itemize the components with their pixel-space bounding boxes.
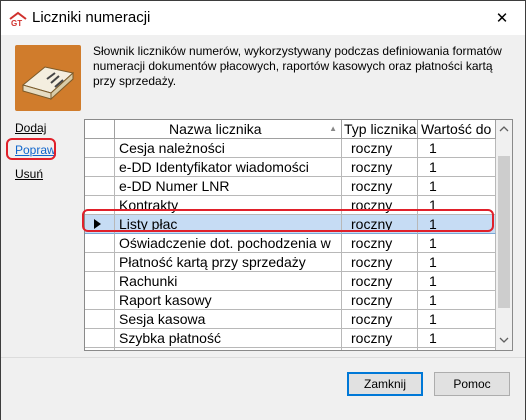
edit-link-highlight [6, 138, 56, 160]
cell-type: roczny [342, 329, 418, 348]
row-indicator-cell [85, 158, 115, 177]
cell-type: roczny [342, 348, 418, 350]
row-indicator-cell [85, 234, 115, 253]
cell-type: roczny [342, 253, 418, 272]
row-indicator-cell [85, 139, 115, 158]
dialog-window: GT Liczniki numeracji ✕ Słownik licznikó… [0, 0, 526, 420]
table-row[interactable]: Oświadczenie dot. pochodzenia w roczny 1 [85, 234, 496, 253]
add-link[interactable]: Dodaj [15, 121, 46, 135]
cell-type: roczny [342, 158, 418, 177]
cell-value: 1 [418, 329, 496, 348]
cell-type: roczny [342, 291, 418, 310]
cell-name: Oświadczenie dot. pochodzenia w [115, 234, 342, 253]
cell-name: e-DD Numer LNR [115, 177, 342, 196]
row-indicator-cell [85, 329, 115, 348]
column-header-type[interactable]: Typ licznika [342, 120, 418, 138]
delete-link[interactable]: Usuń [15, 167, 43, 181]
row-indicator-cell [85, 310, 115, 329]
table-row[interactable]: Szybka płatność roczny 1 [85, 329, 496, 348]
cell-type: roczny [342, 139, 418, 158]
cell-value: 1 [418, 310, 496, 329]
cell-name: Rachunki [115, 272, 342, 291]
title-bar[interactable]: GT Liczniki numeracji ✕ [1, 1, 525, 35]
table-row[interactable]: roczny1 [85, 348, 496, 350]
scroll-up-icon[interactable] [499, 125, 509, 133]
close-icon: ✕ [495, 10, 509, 27]
counter-book-icon [15, 45, 81, 111]
scrollbar-thumb[interactable] [498, 156, 510, 308]
scroll-down-icon[interactable] [499, 336, 509, 344]
column-header-type-label: Typ licznika [344, 121, 417, 137]
svg-text:GT: GT [11, 19, 22, 27]
header-indicator-cell [85, 120, 115, 138]
app-logo-icon: GT [9, 11, 27, 32]
cell-name: Płatność kartą przy sprzedaży [115, 253, 342, 272]
cell-name: Raport kasowy [115, 291, 342, 310]
cell-value: 1 [418, 177, 496, 196]
table-header: Nazwa licznika ▲ Typ licznika Wartość do [85, 120, 512, 139]
row-indicator-cell [85, 272, 115, 291]
cell-name: e-DD Identyfikator wiadomości [115, 158, 342, 177]
table-row[interactable]: Rachunki roczny 1 [85, 272, 496, 291]
column-header-name-label: Nazwa licznika [169, 121, 262, 137]
cell-type: roczny [342, 272, 418, 291]
row-indicator-cell [85, 177, 115, 196]
sort-icon: ▲ [329, 124, 337, 133]
close-window-button[interactable]: ✕ [479, 1, 525, 35]
cell-name: Szybka płatność [115, 329, 342, 348]
cell-type: roczny [342, 310, 418, 329]
description-text: Słownik liczników numerów, wykorzystywan… [93, 44, 502, 88]
cell-value: 1 [418, 272, 496, 291]
column-header-value[interactable]: Wartość do [418, 120, 496, 138]
cell-type: roczny [342, 177, 418, 196]
table-row[interactable]: Raport kasowy roczny 1 [85, 291, 496, 310]
row-indicator-cell [85, 291, 115, 310]
cell-name: Cesja należności [115, 139, 342, 158]
cell-name [115, 348, 342, 350]
cell-value: 1 [418, 234, 496, 253]
dialog-footer: Zamknij Pomoc [1, 357, 525, 420]
cell-name: Sesja kasowa [115, 310, 342, 329]
row-indicator-cell [85, 253, 115, 272]
cell-value: 1 [418, 348, 496, 350]
cell-type: roczny [342, 234, 418, 253]
close-button[interactable]: Zamknij [347, 372, 423, 396]
window-title: Liczniki numeracji [32, 9, 151, 26]
table-row[interactable]: e-DD Identyfikator wiadomości roczny 1 [85, 158, 496, 177]
row-indicator-cell [85, 348, 115, 350]
table-row[interactable]: Płatność kartą przy sprzedaży roczny 1 [85, 253, 496, 272]
cell-value: 1 [418, 139, 496, 158]
table-row[interactable]: Cesja należności roczny 1 [85, 139, 496, 158]
vertical-scrollbar[interactable] [496, 120, 512, 350]
table-row[interactable]: e-DD Numer LNR roczny 1 [85, 177, 496, 196]
dialog-content: Słownik liczników numerów, wykorzystywan… [1, 35, 525, 357]
counters-table: Nazwa licznika ▲ Typ licznika Wartość do… [84, 119, 513, 351]
column-header-value-label: Wartość do [421, 121, 492, 137]
help-button[interactable]: Pomoc [434, 372, 510, 396]
cell-value: 1 [418, 291, 496, 310]
selected-row-highlight [82, 209, 494, 232]
table-row[interactable]: Sesja kasowa roczny 1 [85, 310, 496, 329]
column-header-name[interactable]: Nazwa licznika ▲ [115, 120, 342, 138]
cell-value: 1 [418, 158, 496, 177]
cell-value: 1 [418, 253, 496, 272]
